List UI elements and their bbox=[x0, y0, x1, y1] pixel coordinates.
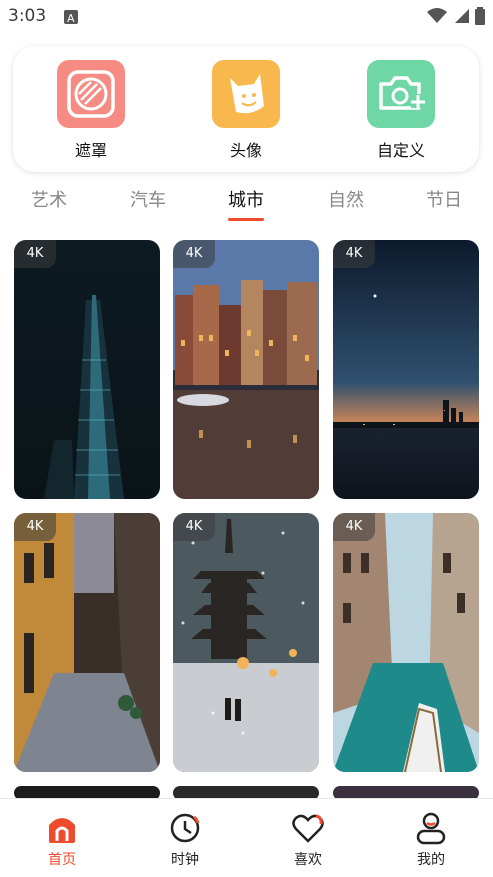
tab-active-indicator bbox=[228, 218, 264, 221]
mask-icon bbox=[57, 60, 125, 128]
profile-icon bbox=[414, 811, 448, 845]
tab-city[interactable]: 城市 bbox=[216, 186, 276, 221]
wallpaper-card[interactable]: 4K bbox=[173, 240, 319, 499]
feature-mask[interactable]: 遮罩 bbox=[46, 60, 136, 161]
wallpaper-card[interactable]: 4K bbox=[333, 240, 479, 499]
status-bar: 3:03 A bbox=[0, 0, 493, 34]
nav-clock-label: 时钟 bbox=[171, 852, 199, 868]
feature-mask-label: 遮罩 bbox=[74, 141, 107, 160]
camera-add-icon bbox=[367, 60, 435, 128]
clock-icon bbox=[168, 811, 202, 845]
svg-text:A: A bbox=[67, 12, 75, 24]
wallpaper-card[interactable]: 4K bbox=[173, 513, 319, 772]
resolution-badge: 4K bbox=[333, 240, 375, 268]
resolution-badge: 4K bbox=[173, 240, 215, 268]
nav-favorites[interactable]: 喜欢 bbox=[268, 811, 348, 869]
resolution-badge: 4K bbox=[173, 513, 215, 541]
tab-car-label: 汽车 bbox=[130, 190, 166, 211]
tab-nature[interactable]: 自然 bbox=[316, 186, 376, 212]
status-time: 3:03 bbox=[8, 6, 47, 26]
resolution-badge: 4K bbox=[14, 240, 56, 268]
tab-holiday[interactable]: 节日 bbox=[414, 186, 474, 212]
wallpaper-card[interactable]: 4K bbox=[14, 240, 160, 499]
nav-home-label: 首页 bbox=[48, 852, 76, 868]
signal-icon bbox=[455, 9, 469, 23]
tab-nature-label: 自然 bbox=[328, 190, 364, 211]
nav-home[interactable]: 首页 bbox=[22, 811, 102, 869]
feature-custom-label: 自定义 bbox=[376, 141, 425, 160]
home-icon bbox=[45, 811, 79, 845]
wallpaper-card[interactable]: 4K bbox=[14, 513, 160, 772]
nav-favorites-label: 喜欢 bbox=[294, 852, 322, 868]
notification-a-icon: A bbox=[64, 10, 78, 24]
tab-city-label: 城市 bbox=[228, 190, 264, 211]
wifi-icon bbox=[427, 8, 447, 23]
feature-shortcuts-card: 遮罩 头像 自定义 bbox=[13, 46, 479, 172]
battery-icon bbox=[475, 7, 485, 25]
feature-avatar[interactable]: 头像 bbox=[201, 60, 291, 161]
category-tabs: 艺术 汽车 城市 自然 节日 bbox=[0, 186, 493, 222]
heart-icon bbox=[291, 811, 325, 845]
feature-avatar-label: 头像 bbox=[229, 141, 262, 160]
tab-art-label: 艺术 bbox=[31, 190, 67, 211]
nav-profile[interactable]: 我的 bbox=[391, 811, 471, 869]
nav-clock[interactable]: 时钟 bbox=[145, 811, 225, 869]
tab-holiday-label: 节日 bbox=[426, 190, 462, 211]
resolution-badge: 4K bbox=[333, 513, 375, 541]
tab-car[interactable]: 汽车 bbox=[118, 186, 178, 212]
resolution-badge: 4K bbox=[14, 513, 56, 541]
feature-custom[interactable]: 自定义 bbox=[356, 60, 446, 161]
bottom-navigation: 首页 时钟 喜欢 我的 bbox=[0, 798, 493, 877]
nav-profile-label: 我的 bbox=[417, 852, 445, 868]
tab-art[interactable]: 艺术 bbox=[19, 186, 79, 212]
wallpaper-card[interactable]: 4K bbox=[333, 513, 479, 772]
avatar-icon bbox=[212, 60, 280, 128]
